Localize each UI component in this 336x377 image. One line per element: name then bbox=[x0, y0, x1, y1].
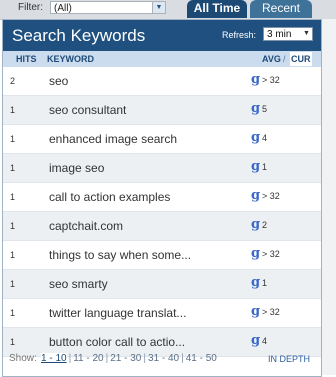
row-keyword[interactable]: seo consultant bbox=[49, 103, 126, 117]
row-rank: > 32 bbox=[262, 307, 280, 317]
right-edge bbox=[322, 19, 336, 375]
google-icon[interactable]: g bbox=[251, 304, 260, 319]
row-rank: 5 bbox=[262, 104, 268, 114]
table-row[interactable]: 2 seo g > 32 bbox=[3, 67, 321, 96]
row-rank: 4 bbox=[262, 336, 268, 346]
google-icon[interactable]: g bbox=[251, 217, 260, 232]
row-rank: 2 bbox=[262, 220, 268, 230]
row-rank: 4 bbox=[262, 133, 268, 143]
row-rank: 1 bbox=[262, 278, 268, 288]
google-icon[interactable]: g bbox=[251, 159, 260, 174]
column-header-row: HITS KEYWORD AVG / CUR bbox=[3, 51, 321, 67]
row-keyword[interactable]: captchait.com bbox=[49, 219, 123, 233]
row-hits: 1 bbox=[10, 221, 16, 231]
row-hits: 1 bbox=[10, 163, 16, 173]
panel-header: Search Keywords Refresh: 3 min ▼ bbox=[3, 20, 321, 51]
row-hits: 1 bbox=[10, 134, 16, 144]
top-toolbar: Filter: (All) ▼ All Time Recent bbox=[0, 0, 336, 20]
in-depth-link[interactable]: IN DEPTH bbox=[268, 349, 310, 369]
row-keyword[interactable]: things to say when some... bbox=[49, 248, 191, 262]
row-rank: > 32 bbox=[262, 191, 280, 201]
google-icon[interactable]: g bbox=[251, 188, 260, 203]
refresh-value: 3 min bbox=[267, 29, 292, 40]
filter-label: Filter: bbox=[18, 2, 43, 13]
pager-link-5[interactable]: 41 - 50 bbox=[186, 353, 217, 364]
row-hits: 1 bbox=[10, 250, 16, 260]
chevron-down-icon[interactable]: ▼ bbox=[152, 2, 165, 13]
table-row[interactable]: 1 seo smarty g 1 bbox=[3, 270, 321, 299]
refresh-label: Refresh: bbox=[222, 30, 257, 40]
row-hits: 1 bbox=[10, 308, 16, 318]
pager-separator: | bbox=[181, 353, 184, 364]
column-hits[interactable]: HITS bbox=[16, 51, 37, 67]
row-hits: 1 bbox=[10, 192, 16, 202]
row-rank: > 32 bbox=[262, 249, 280, 259]
pager-link-1[interactable]: 1 - 10 bbox=[41, 353, 67, 364]
filter-dropdown[interactable]: (All) ▼ bbox=[50, 1, 166, 14]
table-row[interactable]: 1 captchait.com g 2 bbox=[3, 212, 321, 241]
table-row[interactable]: 1 twitter language translat... g > 32 bbox=[3, 299, 321, 328]
pager-show-label: Show: bbox=[9, 353, 37, 364]
row-keyword[interactable]: call to action examples bbox=[49, 190, 170, 204]
row-rank: > 32 bbox=[262, 75, 280, 85]
column-avg[interactable]: AVG bbox=[262, 51, 281, 67]
row-keyword[interactable]: button color call to actio... bbox=[49, 335, 185, 349]
row-hits: 1 bbox=[10, 105, 16, 115]
column-keyword[interactable]: KEYWORD bbox=[47, 51, 94, 67]
row-rank: 1 bbox=[262, 162, 268, 172]
keyword-list: 2 seo g > 32 1 seo consultant g 5 1 enhanced imag… bbox=[3, 67, 321, 357]
google-icon[interactable]: g bbox=[251, 275, 260, 290]
pager-separator: | bbox=[143, 353, 146, 364]
pager-link-4[interactable]: 31 - 40 bbox=[148, 353, 179, 364]
pager: Show: 1 - 10 | 11 - 20 | 21 - 30 | 31 - 40 | 41 … bbox=[3, 349, 321, 369]
pager-link-2[interactable]: 11 - 20 bbox=[73, 353, 103, 364]
row-hits: 2 bbox=[10, 76, 16, 86]
row-keyword[interactable]: enhanced image search bbox=[49, 132, 177, 146]
tab-all-time-label: All Time bbox=[193, 1, 241, 15]
table-row[interactable]: 1 call to action examples g > 32 bbox=[3, 183, 321, 212]
table-row[interactable]: 1 enhanced image search g 4 bbox=[3, 125, 321, 154]
tab-recent[interactable]: Recent bbox=[250, 0, 312, 18]
table-row[interactable]: 1 things to say when some... g > 32 bbox=[3, 241, 321, 270]
row-keyword[interactable]: seo smarty bbox=[49, 277, 108, 291]
row-hits: 1 bbox=[10, 337, 16, 347]
row-keyword[interactable]: twitter language translat... bbox=[49, 306, 186, 320]
row-hits: 1 bbox=[10, 279, 16, 289]
tab-all-time[interactable]: All Time bbox=[187, 0, 247, 18]
table-row[interactable]: 1 seo consultant g 5 bbox=[3, 96, 321, 125]
row-keyword[interactable]: image seo bbox=[49, 161, 104, 175]
chevron-down-icon[interactable]: ▼ bbox=[301, 28, 312, 40]
column-separator: / bbox=[283, 54, 286, 64]
tab-recent-label: Recent bbox=[261, 1, 301, 15]
row-keyword[interactable]: seo bbox=[49, 74, 68, 88]
column-cur[interactable]: CUR bbox=[290, 52, 312, 66]
refresh-dropdown[interactable]: 3 min ▼ bbox=[263, 27, 313, 41]
panel-title: Search Keywords bbox=[12, 26, 146, 45]
google-icon[interactable]: g bbox=[251, 333, 260, 348]
google-icon[interactable]: g bbox=[251, 130, 260, 145]
pager-links: 1 - 10 | 11 - 20 | 21 - 30 | 31 - 40 | 41 - 50 bbox=[41, 349, 217, 369]
table-row[interactable]: 1 image seo g 1 bbox=[3, 154, 321, 183]
google-icon[interactable]: g bbox=[251, 72, 260, 87]
pager-link-3[interactable]: 21 - 30 bbox=[110, 353, 141, 364]
google-icon[interactable]: g bbox=[251, 246, 260, 261]
search-keywords-panel: Search Keywords Refresh: 3 min ▼ HITS KE… bbox=[2, 19, 322, 377]
filter-value: (All) bbox=[54, 3, 72, 14]
google-icon[interactable]: g bbox=[251, 101, 260, 116]
